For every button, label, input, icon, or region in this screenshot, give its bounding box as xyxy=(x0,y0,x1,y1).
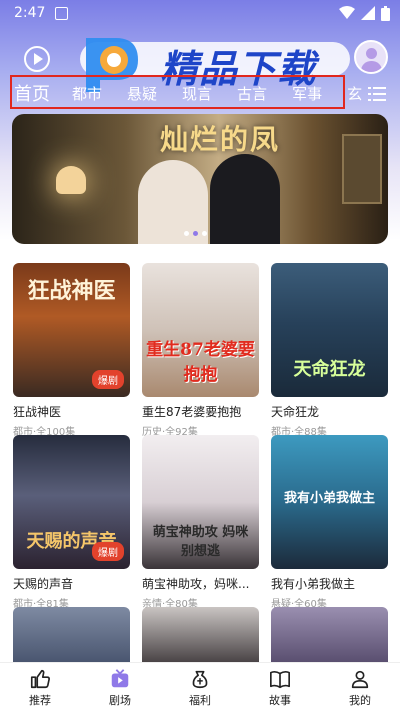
bottom-nav: 推荐 剧场 福利 故事 我的 xyxy=(0,662,400,712)
nav-mine[interactable]: 我的 xyxy=(320,663,400,712)
menu-icon[interactable] xyxy=(368,86,386,102)
drama-poster xyxy=(13,607,130,662)
drama-card[interactable]: 重生87老婆要抱抱 重生87老婆要抱抱 历史·全92集 xyxy=(142,263,259,438)
status-time: 2:47 xyxy=(14,5,46,21)
wifi-icon xyxy=(339,6,355,19)
avatar[interactable] xyxy=(354,40,388,74)
gift-bag-icon xyxy=(192,670,208,688)
pagination-dot xyxy=(202,231,207,236)
drama-title: 天命狂龙 xyxy=(271,405,320,419)
banner-pagination xyxy=(184,231,207,236)
category-tabs: 首页 都市 悬疑 现言 古言 军事 玄 xyxy=(14,78,390,108)
drama-poster xyxy=(142,607,259,662)
drama-title: 天赐的声音 xyxy=(13,577,74,591)
drama-title: 重生87老婆要抱抱 xyxy=(142,405,242,419)
drama-card[interactable]: 我有小弟我做主 我有小弟我做主 悬疑·全60集 xyxy=(271,435,388,610)
drama-poster: 天赐的声音 爆剧 xyxy=(13,435,130,569)
drama-card[interactable] xyxy=(142,607,259,662)
drama-poster xyxy=(271,607,388,662)
signal-icon xyxy=(361,6,375,20)
drama-card[interactable] xyxy=(271,607,388,662)
drama-poster: 萌宝神助攻 妈咪别想逃 xyxy=(142,435,259,569)
nav-label: 剧场 xyxy=(109,693,131,707)
drama-card[interactable]: 天赐的声音 爆剧 天赐的声音 都市·全81集 xyxy=(13,435,130,610)
pagination-dot-active xyxy=(193,231,198,236)
banner-title: 灿烂的凤 xyxy=(160,123,281,156)
hot-badge: 爆剧 xyxy=(92,542,124,561)
drama-poster: 重生87老婆要抱抱 xyxy=(142,263,259,397)
drama-title: 狂战神医 xyxy=(13,405,62,419)
drama-card[interactable]: 萌宝神助攻 妈咪别想逃 萌宝神助攻，妈咪... 亲情·全80集 xyxy=(142,435,259,610)
drama-card[interactable]: 狂战神医 爆剧 狂战神医 都市·全100集 xyxy=(13,263,130,438)
nav-welfare[interactable]: 福利 xyxy=(160,663,240,712)
drama-title: 我有小弟我做主 xyxy=(271,577,356,591)
tab-ancient-romance[interactable]: 古言 xyxy=(237,83,267,104)
person-icon xyxy=(351,670,369,688)
drama-card[interactable] xyxy=(13,607,130,662)
tab-fantasy[interactable]: 玄 xyxy=(347,83,362,104)
notification-icon xyxy=(55,6,69,20)
nav-label: 故事 xyxy=(269,693,291,707)
thumbs-up-icon xyxy=(30,669,50,688)
tab-urban[interactable]: 都市 xyxy=(72,83,102,104)
nav-recommend[interactable]: 推荐 xyxy=(0,663,80,712)
nav-label: 推荐 xyxy=(29,693,51,707)
play-icon[interactable] xyxy=(24,46,50,72)
nav-label: 福利 xyxy=(189,693,211,707)
drama-card[interactable]: 天命狂龙 天命狂龙 都市·全88集 xyxy=(271,263,388,438)
battery-icon xyxy=(381,5,390,21)
nav-story[interactable]: 故事 xyxy=(240,663,320,712)
tab-modern-romance[interactable]: 现言 xyxy=(182,83,212,104)
hot-badge: 爆剧 xyxy=(92,370,124,389)
book-icon xyxy=(270,670,290,688)
nav-label: 我的 xyxy=(349,693,371,707)
tab-home[interactable]: 首页 xyxy=(14,80,50,106)
drama-poster: 狂战神医 爆剧 xyxy=(13,263,130,397)
theater-icon xyxy=(111,668,129,687)
nav-theater[interactable]: 剧场 xyxy=(80,663,160,712)
drama-poster: 天命狂龙 xyxy=(271,263,388,397)
featured-banner[interactable]: 灿烂的凤 xyxy=(12,114,388,244)
pagination-dot xyxy=(184,231,189,236)
drama-poster: 我有小弟我做主 xyxy=(271,435,388,569)
tab-military[interactable]: 军事 xyxy=(292,83,322,104)
status-bar: 2:47 xyxy=(0,0,400,26)
tab-suspense[interactable]: 悬疑 xyxy=(127,83,157,104)
drama-title: 萌宝神助攻，妈咪... xyxy=(142,577,250,591)
